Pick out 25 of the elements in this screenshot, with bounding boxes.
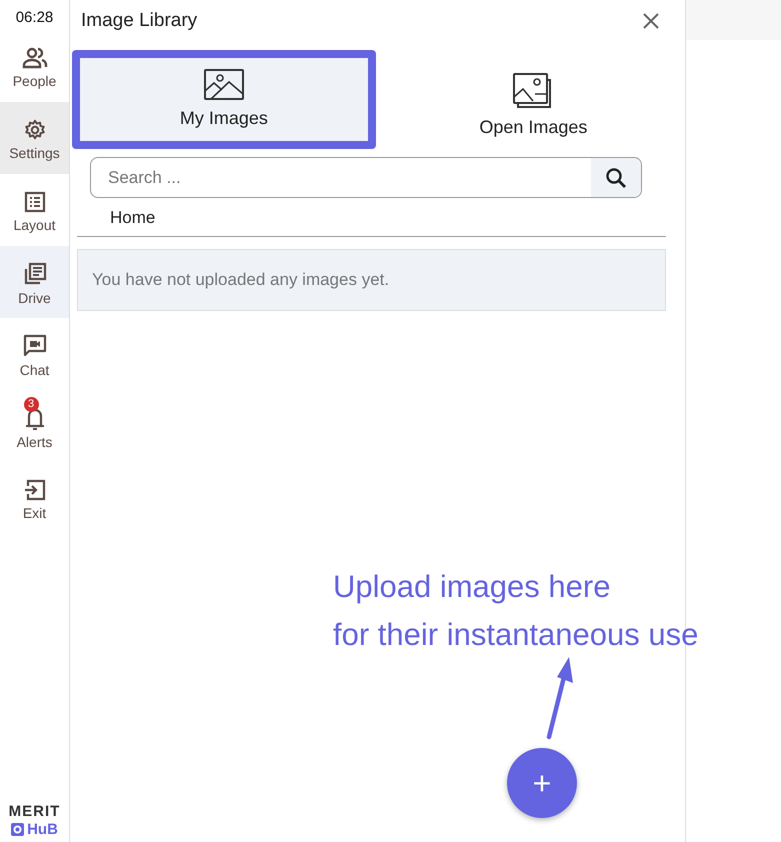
images-icon: [513, 72, 554, 108]
logo-icon: [11, 823, 24, 836]
logo-text: HuB: [27, 821, 58, 838]
empty-message: You have not uploaded any images yet.: [77, 249, 666, 311]
breadcrumb-link[interactable]: Home: [110, 208, 156, 227]
video-chat-icon: [22, 334, 46, 358]
sidebar-item[interactable]: Settings: [0, 102, 69, 177]
list-icon: [24, 190, 46, 212]
annotation-text: for their instantaneous use: [333, 616, 698, 654]
window-title: Image Library: [81, 10, 198, 32]
settings-icon: [24, 118, 46, 140]
documents-icon: [22, 262, 46, 286]
notification-badge: 3: [24, 396, 38, 412]
clock-time: 06:28: [14, 8, 54, 28]
tab[interactable]: My Images: [72, 50, 376, 149]
add-button[interactable]: +: [507, 748, 577, 818]
annotation-text: Upload images here: [333, 568, 612, 606]
search-icon: [605, 166, 627, 188]
image-icon: [204, 69, 244, 100]
exit-icon: [24, 478, 46, 500]
close-button[interactable]: [641, 11, 661, 31]
people-icon: [22, 46, 48, 68]
sidebar-item[interactable]: Drive: [0, 246, 69, 321]
logo-text: MERIT: [8, 803, 60, 820]
search-button[interactable]: [591, 158, 641, 197]
